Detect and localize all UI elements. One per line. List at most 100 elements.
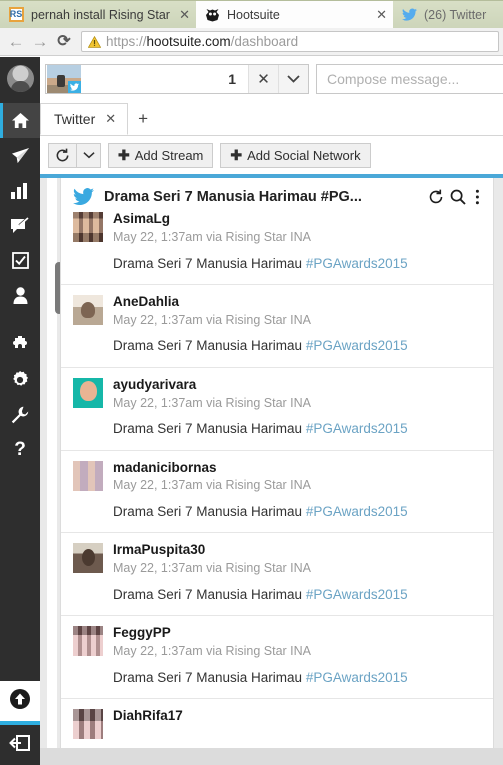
warning-triangle-icon[interactable] bbox=[88, 35, 101, 48]
avatar[interactable] bbox=[73, 377, 103, 408]
stream-tabs-bar: Twitter ✕ + bbox=[40, 103, 503, 136]
tweet-username[interactable]: AsimaLg bbox=[113, 211, 481, 228]
tweet-text-body: Drama Seri 7 Manusia Harimau bbox=[113, 255, 306, 271]
stream-area: Drama Seri 7 Manusia Harimau #PG... Asim… bbox=[40, 178, 503, 765]
search-icon[interactable] bbox=[447, 184, 469, 210]
refresh-options-button[interactable] bbox=[76, 142, 101, 168]
twitter-bird-icon bbox=[401, 7, 417, 23]
kebab-menu-icon[interactable] bbox=[469, 184, 485, 210]
clear-profile-selection-button[interactable]: ✕ bbox=[248, 65, 278, 93]
list-item[interactable]: IrmaPuspita30 May 22, 1:37am via Rising … bbox=[61, 533, 493, 617]
browser-tab-hootsuite[interactable]: Hootsuite ✕ bbox=[196, 1, 393, 28]
sidebar-item-help[interactable]: ? bbox=[0, 432, 40, 467]
avatar[interactable] bbox=[7, 65, 34, 92]
tweet-username[interactable]: AneDahlia bbox=[113, 294, 481, 311]
avatar[interactable] bbox=[73, 460, 103, 491]
url-path: /dashboard bbox=[230, 34, 299, 49]
tweet-hashtag[interactable]: #PGAwards2015 bbox=[306, 338, 408, 353]
forward-button[interactable]: → bbox=[28, 30, 52, 54]
tweet-header: AsimaLg May 22, 1:37am via Rising Star I… bbox=[73, 211, 481, 247]
tweet-meta: FeggyPP May 22, 1:37am via Rising Star I… bbox=[113, 625, 481, 661]
stream-scrollbar-track[interactable] bbox=[47, 178, 63, 765]
sidebar-item-publisher[interactable] bbox=[0, 138, 40, 173]
browser-tab-twitter[interactable]: (26) Twitter bbox=[393, 1, 503, 28]
tweet-timestamp: May 22, 1:37am via Rising Star INA bbox=[113, 395, 311, 410]
tweet-username[interactable]: madanicibornas bbox=[113, 460, 481, 477]
list-item[interactable]: DiahRifa17 bbox=[61, 699, 493, 752]
back-button[interactable]: ← bbox=[4, 30, 28, 54]
avatar[interactable] bbox=[73, 294, 103, 325]
avatar[interactable] bbox=[73, 212, 103, 242]
tweet-timestamp: May 22, 1:37am via Rising Star INA bbox=[113, 312, 311, 327]
list-item[interactable]: AsimaLg May 22, 1:37am via Rising Star I… bbox=[61, 202, 493, 285]
browser-tab-close-icon[interactable]: ✕ bbox=[179, 8, 190, 21]
tweet-meta: madanicibornas May 22, 1:37am via Rising… bbox=[113, 460, 481, 496]
tab-twitter[interactable]: Twitter ✕ bbox=[40, 103, 129, 135]
add-stream-button[interactable]: ✚ Add Stream bbox=[108, 142, 214, 168]
tweet-text: Drama Seri 7 Manusia Harimau #PGAwards20… bbox=[113, 669, 481, 687]
tweet-text-body: Drama Seri 7 Manusia Harimau bbox=[113, 338, 306, 354]
avatar[interactable] bbox=[73, 543, 103, 574]
refresh-all-button[interactable] bbox=[48, 142, 76, 168]
social-profile-picker[interactable]: 1 ✕ bbox=[45, 64, 309, 94]
tweet-text-body: Drama Seri 7 Manusia Harimau bbox=[113, 504, 306, 520]
tweet-meta: AsimaLg May 22, 1:37am via Rising Star I… bbox=[113, 211, 481, 247]
browser-toolbar: ← → ⟳ https://hootsuite.com/dashboard bbox=[0, 28, 503, 56]
sidebar-item-home[interactable] bbox=[0, 103, 40, 138]
twitter-icon bbox=[68, 81, 81, 93]
tweet-meta: ayudyarivara May 22, 1:37am via Rising S… bbox=[113, 377, 481, 413]
add-tab-button[interactable]: + bbox=[128, 103, 158, 135]
tab-label: Twitter bbox=[54, 111, 96, 127]
avatar[interactable] bbox=[73, 709, 103, 740]
tweet-hashtag[interactable]: #PGAwards2015 bbox=[306, 670, 408, 685]
compose-message-input[interactable]: Compose message... bbox=[316, 64, 503, 94]
rising-star-icon: RS bbox=[8, 7, 24, 23]
tweet-timestamp: May 22, 1:37am via Rising Star INA bbox=[113, 644, 311, 659]
close-icon[interactable]: ✕ bbox=[105, 111, 116, 127]
sidebar-item-settings[interactable] bbox=[0, 362, 40, 397]
tweet-meta: AneDahlia May 22, 1:37am via Rising Star… bbox=[113, 294, 481, 330]
browser-tab-close-icon[interactable]: ✕ bbox=[376, 8, 387, 21]
tweet-hashtag[interactable]: #PGAwards2015 bbox=[306, 504, 408, 519]
sidebar-item-contacts[interactable] bbox=[0, 278, 40, 313]
list-item[interactable]: FeggyPP May 22, 1:37am via Rising Star I… bbox=[61, 616, 493, 700]
tweet-text: Drama Seri 7 Manusia Harimau #PGAwards20… bbox=[113, 586, 481, 604]
tweet-hashtag[interactable]: #PGAwards2015 bbox=[306, 256, 408, 271]
tweet-username[interactable]: ayudyarivara bbox=[113, 377, 481, 394]
gear-icon bbox=[11, 370, 29, 389]
checkbox-icon bbox=[11, 252, 29, 269]
sidebar-item-promote[interactable] bbox=[0, 208, 40, 243]
list-item[interactable]: madanicibornas May 22, 1:37am via Rising… bbox=[61, 450, 493, 534]
address-bar[interactable]: https://hootsuite.com/dashboard bbox=[81, 31, 499, 52]
puzzle-piece-icon bbox=[11, 335, 29, 354]
browser-tab-rising-star[interactable]: RS pernah install Rising Star ✕ bbox=[0, 1, 196, 28]
nav-divider bbox=[0, 313, 40, 327]
sign-out-button[interactable] bbox=[0, 725, 40, 765]
sidebar-item-tools[interactable] bbox=[0, 397, 40, 432]
browser-tab-title: Hootsuite bbox=[227, 7, 280, 22]
sidebar-item-app-directory[interactable] bbox=[0, 327, 40, 362]
tweet-hashtag[interactable]: #PGAwards2015 bbox=[306, 421, 408, 436]
tweet-timestamp: May 22, 1:37am via Rising Star INA bbox=[113, 229, 311, 244]
sidebar-item-analytics[interactable] bbox=[0, 173, 40, 208]
tweet-text-body: Drama Seri 7 Manusia Harimau bbox=[113, 587, 306, 602]
refresh-stream-icon[interactable] bbox=[425, 184, 447, 210]
upgrade-button[interactable] bbox=[0, 681, 40, 721]
list-item[interactable]: AneDahlia May 22, 1:37am via Rising Star… bbox=[61, 284, 493, 368]
logout-icon bbox=[9, 734, 31, 757]
avatar[interactable] bbox=[73, 626, 103, 657]
reload-button[interactable]: ⟳ bbox=[52, 30, 76, 54]
sidebar-item-assignments[interactable] bbox=[0, 243, 40, 278]
add-social-network-button[interactable]: ✚ Add Social Network bbox=[220, 142, 371, 168]
selected-profile-count: 1 bbox=[228, 71, 236, 87]
list-item[interactable]: ayudyarivara May 22, 1:37am via Rising S… bbox=[61, 367, 493, 451]
tweet-username[interactable]: DiahRifa17 bbox=[113, 708, 481, 725]
tweet-username[interactable]: FeggyPP bbox=[113, 625, 481, 642]
tweet-hashtag[interactable]: #PGAwards2015 bbox=[306, 587, 408, 602]
chevron-down-icon[interactable] bbox=[278, 65, 308, 93]
browser-tab-title: pernah install Rising Star bbox=[31, 7, 170, 22]
left-navigation: ? bbox=[0, 103, 40, 765]
plus-icon: ✚ bbox=[230, 147, 243, 163]
tweet-username[interactable]: IrmaPuspita30 bbox=[113, 542, 481, 559]
stream-panel: Drama Seri 7 Manusia Harimau #PG... Asim… bbox=[60, 178, 494, 765]
